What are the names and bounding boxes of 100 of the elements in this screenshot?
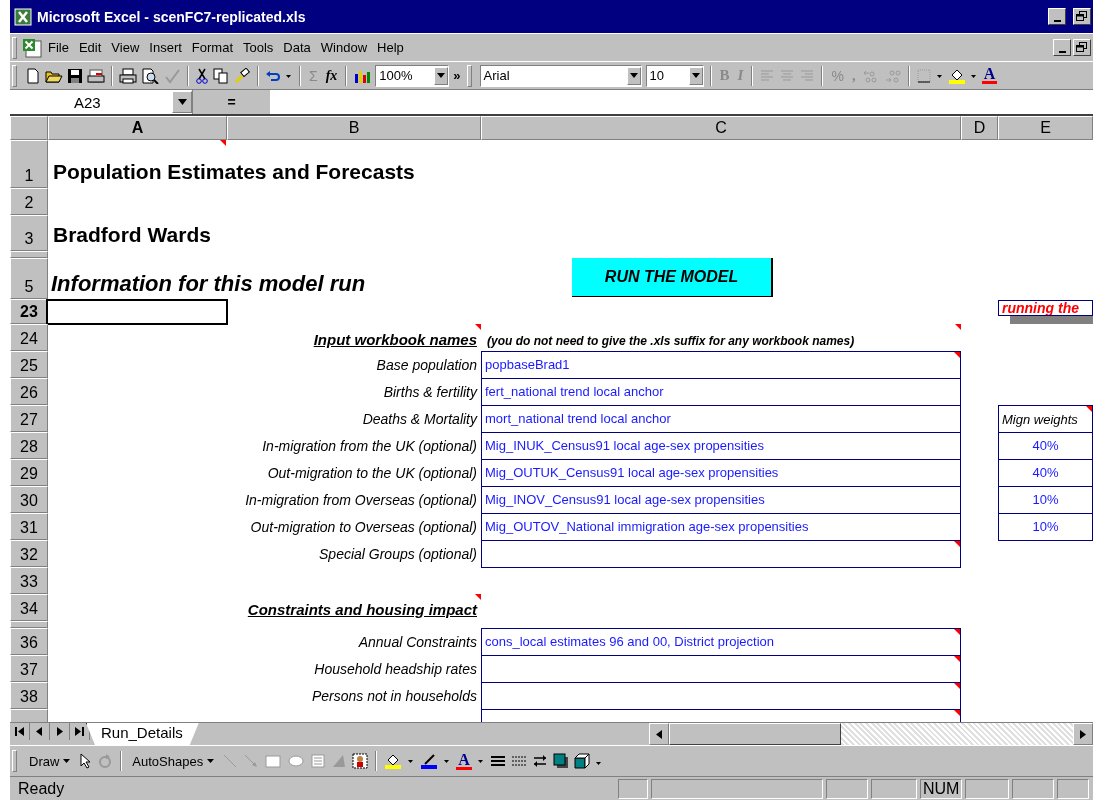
row-header[interactable]: 38 — [10, 682, 48, 709]
cut-icon[interactable] — [195, 67, 209, 84]
column-header[interactable]: A — [48, 116, 227, 140]
row-header[interactable]: 3 — [10, 215, 48, 251]
row-header[interactable] — [10, 251, 48, 258]
row-header[interactable]: 27 — [10, 405, 48, 432]
input-field[interactable]: mort_national trend local anchor — [481, 405, 961, 433]
run-model-button[interactable]: RUN THE MODEL — [572, 258, 773, 297]
line-style-icon[interactable] — [489, 753, 506, 769]
select-all-button[interactable] — [10, 116, 48, 140]
right-arrow-icon[interactable] — [1080, 729, 1086, 739]
clip-art-icon[interactable] — [352, 753, 369, 769]
menu-item[interactable]: Format — [186, 38, 238, 57]
input-field[interactable] — [481, 655, 961, 683]
font-size-dropdown[interactable]: 10 — [645, 64, 704, 87]
column-header[interactable]: E — [998, 116, 1093, 140]
font-color-button[interactable]: A — [981, 67, 998, 84]
zoom-dropdown[interactable]: 100% — [375, 64, 450, 87]
caret-icon — [207, 759, 215, 763]
row-header[interactable]: 23 — [10, 299, 48, 324]
input-field[interactable]: fert_national trend local anchor — [481, 378, 961, 406]
menu-item[interactable]: View — [106, 38, 145, 57]
weight-field[interactable]: 40% — [998, 459, 1093, 487]
selected-cell[interactable] — [46, 299, 228, 325]
caret-icon — [177, 99, 187, 105]
row-header[interactable]: 28 — [10, 432, 48, 459]
new-document-icon[interactable] — [25, 67, 41, 84]
save-icon[interactable] — [67, 67, 83, 84]
weights-header: Mign weights — [998, 405, 1093, 433]
weight-field[interactable]: 40% — [998, 432, 1093, 460]
autoshapes-menu-button[interactable]: AutoShapes — [129, 751, 218, 771]
row-header[interactable]: 25 — [10, 351, 48, 378]
paintbrush-icon[interactable] — [233, 67, 251, 84]
3d-box-icon[interactable] — [573, 753, 590, 769]
scrollbar-thumb[interactable] — [668, 723, 841, 745]
input-field[interactable] — [481, 540, 961, 568]
input-field[interactable]: Mig_INUK_Census91 local age-sex propensities — [481, 432, 961, 460]
input-field[interactable]: popbaseBrad1 — [481, 351, 961, 379]
edit-formula-button[interactable]: = — [193, 90, 270, 114]
restore-button[interactable] — [1073, 39, 1091, 56]
menu-item[interactable]: Help — [372, 38, 409, 57]
shadow-icon[interactable] — [552, 753, 569, 769]
menu-item[interactable]: Tools — [238, 38, 279, 57]
menu-item[interactable]: Edit — [73, 38, 107, 57]
input-field[interactable]: Mig_OUTOV_National immigration age-sex propensities — [481, 513, 961, 541]
row-header[interactable]: 33 — [10, 567, 48, 594]
fill-color-icon[interactable] — [384, 753, 403, 769]
horizontal-scrollbar[interactable] — [648, 723, 1093, 745]
menu-item[interactable]: Window — [315, 38, 373, 57]
borders-icon[interactable] — [915, 67, 932, 84]
sheet-tab[interactable]: Run_Details — [86, 723, 199, 745]
row-header[interactable]: 32 — [10, 540, 48, 567]
row-header[interactable]: 37 — [10, 655, 48, 682]
line-color-icon[interactable] — [420, 753, 439, 769]
row-header[interactable] — [10, 709, 48, 722]
minimize-button[interactable] — [1048, 8, 1066, 25]
input-field[interactable]: Mig_INOV_Census91 local age-sex propensities — [481, 486, 961, 514]
menu-item[interactable]: File — [43, 38, 74, 57]
dash-style-icon[interactable] — [510, 753, 527, 769]
input-field[interactable]: Mig_OUTUK_Census91 local age-sex propensities — [481, 459, 961, 487]
copy-icon[interactable] — [213, 67, 229, 84]
print-icon[interactable] — [119, 67, 137, 84]
arrow-style-icon[interactable] — [531, 753, 548, 769]
row-header[interactable]: 30 — [10, 486, 48, 513]
draw-menu-button[interactable]: Draw — [26, 751, 74, 771]
function-button[interactable]: fx — [323, 67, 340, 84]
menu-item[interactable]: Insert — [144, 38, 187, 57]
field-label: Deaths & Mortality — [362, 410, 477, 427]
mail-icon[interactable] — [87, 67, 105, 84]
input-field[interactable]: cons_local estimates 96 and 00, District projection — [481, 628, 961, 656]
row-header[interactable]: 24 — [10, 324, 48, 351]
fill-color-icon[interactable] — [947, 67, 966, 84]
minimize-icon — [1058, 50, 1066, 53]
weight-field[interactable]: 10% — [998, 513, 1093, 541]
restore-button[interactable] — [1073, 8, 1091, 25]
row-header[interactable]: 36 — [10, 628, 48, 655]
font-dropdown[interactable]: Arial — [479, 64, 642, 87]
row-header[interactable] — [10, 621, 48, 628]
column-header[interactable]: C — [481, 116, 961, 140]
minimize-button[interactable] — [1053, 39, 1071, 56]
more-buttons[interactable]: » — [453, 68, 461, 83]
status-panel — [618, 779, 648, 799]
menu-item[interactable]: Data — [278, 38, 316, 57]
column-header[interactable]: B — [227, 116, 481, 140]
column-header[interactable]: D — [961, 116, 998, 140]
row-header[interactable]: 1 — [10, 140, 48, 188]
input-field[interactable] — [481, 682, 961, 710]
row-header[interactable]: 31 — [10, 513, 48, 540]
row-header[interactable]: 5 — [10, 258, 48, 299]
font-color-button[interactable]: A — [456, 752, 472, 770]
print-preview-icon[interactable] — [141, 67, 159, 84]
section-heading: Information for this model run — [50, 270, 367, 298]
workbook-icon[interactable] — [21, 37, 43, 58]
row-header[interactable]: 26 — [10, 378, 48, 405]
pointer-icon[interactable] — [78, 753, 93, 769]
left-arrow-icon[interactable] — [655, 729, 662, 739]
row-header[interactable]: 34 — [10, 594, 48, 621]
row-header[interactable]: 2 — [10, 188, 48, 215]
weight-field[interactable]: 10% — [998, 486, 1093, 514]
row-header[interactable]: 29 — [10, 459, 48, 486]
